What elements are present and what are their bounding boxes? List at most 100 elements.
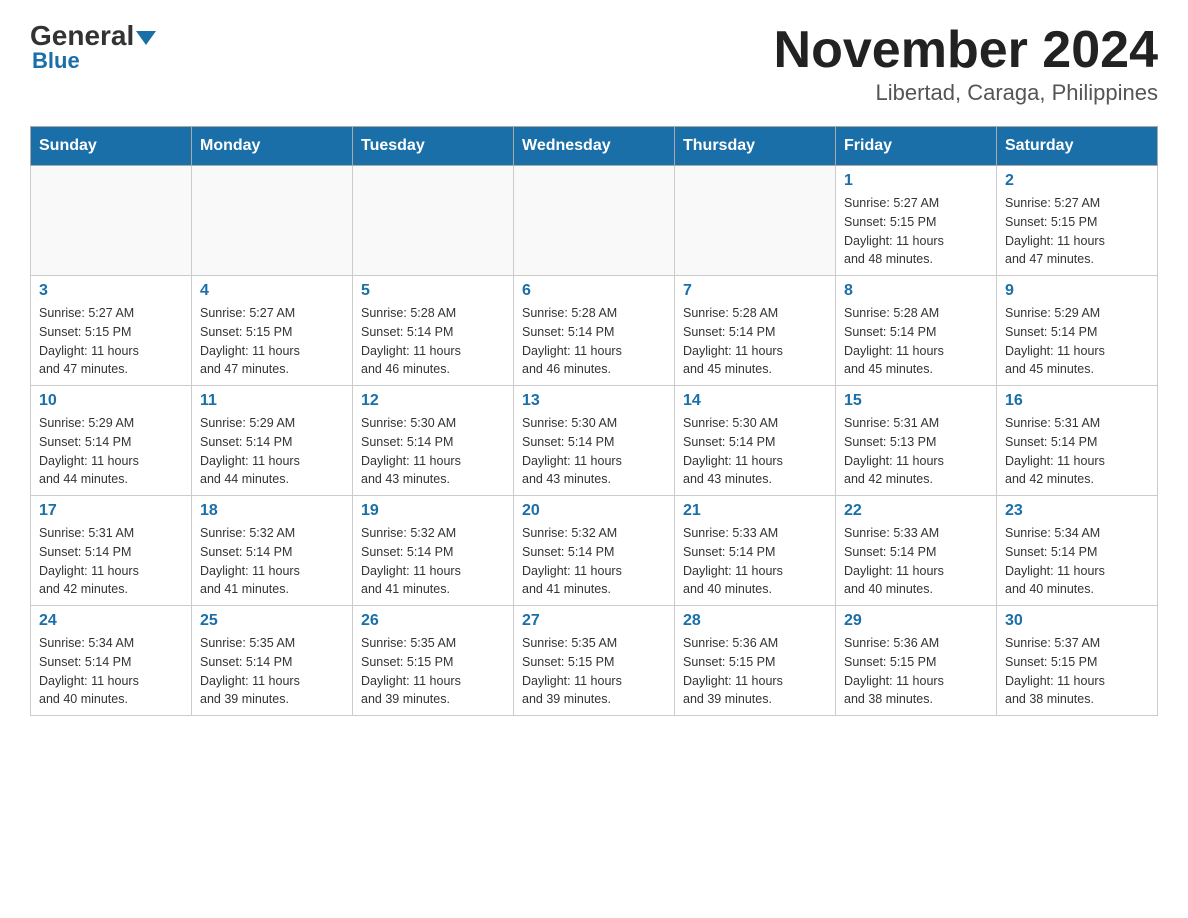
calendar-title: November 2024	[774, 20, 1158, 80]
calendar-cell: 9 Sunrise: 5:29 AMSunset: 5:14 PMDaylight…	[997, 276, 1158, 386]
day-info: Sunrise: 5:36 AMSunset: 5:15 PMDaylight:…	[683, 634, 827, 709]
header-wednesday: Wednesday	[514, 127, 675, 166]
calendar-cell: 1 Sunrise: 5:27 AMSunset: 5:15 PMDaylight…	[836, 166, 997, 276]
day-number: 20	[522, 502, 666, 520]
day-number: 28	[683, 612, 827, 630]
calendar-cell	[514, 166, 675, 276]
day-info: Sunrise: 5:28 AMSunset: 5:14 PMDaylight:…	[361, 304, 505, 379]
calendar-header-row: SundayMondayTuesdayWednesdayThursdayFrid…	[31, 127, 1158, 166]
day-info: Sunrise: 5:33 AMSunset: 5:14 PMDaylight:…	[683, 524, 827, 599]
day-number: 30	[1005, 612, 1149, 630]
day-number: 19	[361, 502, 505, 520]
day-number: 23	[1005, 502, 1149, 520]
day-info: Sunrise: 5:27 AMSunset: 5:15 PMDaylight:…	[39, 304, 183, 379]
calendar-cell: 7Sunrise: 5:28 AMSunset: 5:14 PMDaylight…	[675, 276, 836, 386]
calendar-cell: 24 Sunrise: 5:34 AMSunset: 5:14 PMDayligh…	[31, 606, 192, 716]
calendar-cell: 19 Sunrise: 5:32 AMSunset: 5:14 PMDayligh…	[353, 496, 514, 606]
day-info: Sunrise: 5:31 AMSunset: 5:13 PMDaylight:…	[844, 414, 988, 489]
day-number: 29	[844, 612, 988, 630]
calendar-cell	[192, 166, 353, 276]
day-info: Sunrise: 5:34 AMSunset: 5:14 PMDaylight:…	[1005, 524, 1149, 599]
day-number: 27	[522, 612, 666, 630]
day-number: 14	[683, 392, 827, 410]
day-number: 5	[361, 282, 505, 300]
week-row-0: 1 Sunrise: 5:27 AMSunset: 5:15 PMDaylight…	[31, 166, 1158, 276]
calendar-cell: 27Sunrise: 5:35 AMSunset: 5:15 PMDayligh…	[514, 606, 675, 716]
day-info: Sunrise: 5:27 AMSunset: 5:15 PMDaylight:…	[1005, 194, 1149, 269]
day-info: Sunrise: 5:31 AMSunset: 5:14 PMDaylight:…	[1005, 414, 1149, 489]
calendar-cell: 4 Sunrise: 5:27 AMSunset: 5:15 PMDaylight…	[192, 276, 353, 386]
day-info: Sunrise: 5:29 AMSunset: 5:14 PMDaylight:…	[200, 414, 344, 489]
day-info: Sunrise: 5:28 AMSunset: 5:14 PMDaylight:…	[683, 304, 827, 379]
calendar-cell: 10 Sunrise: 5:29 AMSunset: 5:14 PMDayligh…	[31, 386, 192, 496]
week-row-3: 17 Sunrise: 5:31 AMSunset: 5:14 PMDayligh…	[31, 496, 1158, 606]
day-info: Sunrise: 5:29 AMSunset: 5:14 PMDaylight:…	[39, 414, 183, 489]
day-info: Sunrise: 5:28 AMSunset: 5:14 PMDaylight:…	[522, 304, 666, 379]
calendar-cell: 30Sunrise: 5:37 AMSunset: 5:15 PMDayligh…	[997, 606, 1158, 716]
day-number: 26	[361, 612, 505, 630]
day-info: Sunrise: 5:35 AMSunset: 5:15 PMDaylight:…	[361, 634, 505, 709]
calendar-cell: 29 Sunrise: 5:36 AMSunset: 5:15 PMDayligh…	[836, 606, 997, 716]
calendar-cell: 25Sunrise: 5:35 AMSunset: 5:14 PMDayligh…	[192, 606, 353, 716]
logo: General Blue	[30, 20, 156, 74]
day-number: 24	[39, 612, 183, 630]
page-header: General Blue November 2024 Libertad, Car…	[30, 20, 1158, 106]
day-number: 9	[1005, 282, 1149, 300]
day-number: 12	[361, 392, 505, 410]
header-tuesday: Tuesday	[353, 127, 514, 166]
day-number: 22	[844, 502, 988, 520]
day-number: 4	[200, 282, 344, 300]
calendar-cell	[31, 166, 192, 276]
day-number: 13	[522, 392, 666, 410]
calendar-cell: 26 Sunrise: 5:35 AMSunset: 5:15 PMDayligh…	[353, 606, 514, 716]
day-number: 3	[39, 282, 183, 300]
header-thursday: Thursday	[675, 127, 836, 166]
day-info: Sunrise: 5:35 AMSunset: 5:14 PMDaylight:…	[200, 634, 344, 709]
calendar-cell: 14Sunrise: 5:30 AMSunset: 5:14 PMDayligh…	[675, 386, 836, 496]
day-number: 11	[200, 392, 344, 410]
calendar-cell: 28 Sunrise: 5:36 AMSunset: 5:15 PMDayligh…	[675, 606, 836, 716]
day-number: 1	[844, 172, 988, 190]
day-info: Sunrise: 5:32 AMSunset: 5:14 PMDaylight:…	[361, 524, 505, 599]
title-block: November 2024 Libertad, Caraga, Philippi…	[774, 20, 1158, 106]
calendar-cell: 5 Sunrise: 5:28 AMSunset: 5:14 PMDaylight…	[353, 276, 514, 386]
header-sunday: Sunday	[31, 127, 192, 166]
header-monday: Monday	[192, 127, 353, 166]
day-info: Sunrise: 5:36 AMSunset: 5:15 PMDaylight:…	[844, 634, 988, 709]
calendar-cell: 22 Sunrise: 5:33 AMSunset: 5:14 PMDayligh…	[836, 496, 997, 606]
calendar-cell: 23 Sunrise: 5:34 AMSunset: 5:14 PMDayligh…	[997, 496, 1158, 606]
logo-arrow-icon	[136, 31, 156, 45]
calendar-cell	[353, 166, 514, 276]
day-info: Sunrise: 5:30 AMSunset: 5:14 PMDaylight:…	[522, 414, 666, 489]
day-number: 16	[1005, 392, 1149, 410]
day-info: Sunrise: 5:27 AMSunset: 5:15 PMDaylight:…	[844, 194, 988, 269]
calendar-cell: 8Sunrise: 5:28 AMSunset: 5:14 PMDaylight…	[836, 276, 997, 386]
day-info: Sunrise: 5:34 AMSunset: 5:14 PMDaylight:…	[39, 634, 183, 709]
calendar-cell: 11 Sunrise: 5:29 AMSunset: 5:14 PMDayligh…	[192, 386, 353, 496]
week-row-4: 24 Sunrise: 5:34 AMSunset: 5:14 PMDayligh…	[31, 606, 1158, 716]
day-info: Sunrise: 5:29 AMSunset: 5:14 PMDaylight:…	[1005, 304, 1149, 379]
calendar-cell: 13 Sunrise: 5:30 AMSunset: 5:14 PMDayligh…	[514, 386, 675, 496]
calendar-cell	[675, 166, 836, 276]
calendar-subtitle: Libertad, Caraga, Philippines	[774, 80, 1158, 106]
calendar-cell: 16 Sunrise: 5:31 AMSunset: 5:14 PMDayligh…	[997, 386, 1158, 496]
calendar-table: SundayMondayTuesdayWednesdayThursdayFrid…	[30, 126, 1158, 716]
calendar-cell: 17 Sunrise: 5:31 AMSunset: 5:14 PMDayligh…	[31, 496, 192, 606]
calendar-cell: 21 Sunrise: 5:33 AMSunset: 5:14 PMDayligh…	[675, 496, 836, 606]
day-number: 18	[200, 502, 344, 520]
calendar-cell: 12 Sunrise: 5:30 AMSunset: 5:14 PMDayligh…	[353, 386, 514, 496]
calendar-cell: 2Sunrise: 5:27 AMSunset: 5:15 PMDaylight…	[997, 166, 1158, 276]
day-info: Sunrise: 5:27 AMSunset: 5:15 PMDaylight:…	[200, 304, 344, 379]
day-number: 21	[683, 502, 827, 520]
calendar-cell: 20 Sunrise: 5:32 AMSunset: 5:14 PMDayligh…	[514, 496, 675, 606]
week-row-1: 3 Sunrise: 5:27 AMSunset: 5:15 PMDaylight…	[31, 276, 1158, 386]
day-info: Sunrise: 5:32 AMSunset: 5:14 PMDaylight:…	[522, 524, 666, 599]
day-info: Sunrise: 5:31 AMSunset: 5:14 PMDaylight:…	[39, 524, 183, 599]
day-number: 17	[39, 502, 183, 520]
day-info: Sunrise: 5:30 AMSunset: 5:14 PMDaylight:…	[361, 414, 505, 489]
calendar-cell: 18Sunrise: 5:32 AMSunset: 5:14 PMDayligh…	[192, 496, 353, 606]
day-info: Sunrise: 5:33 AMSunset: 5:14 PMDaylight:…	[844, 524, 988, 599]
calendar-cell: 15Sunrise: 5:31 AMSunset: 5:13 PMDayligh…	[836, 386, 997, 496]
day-number: 10	[39, 392, 183, 410]
header-friday: Friday	[836, 127, 997, 166]
